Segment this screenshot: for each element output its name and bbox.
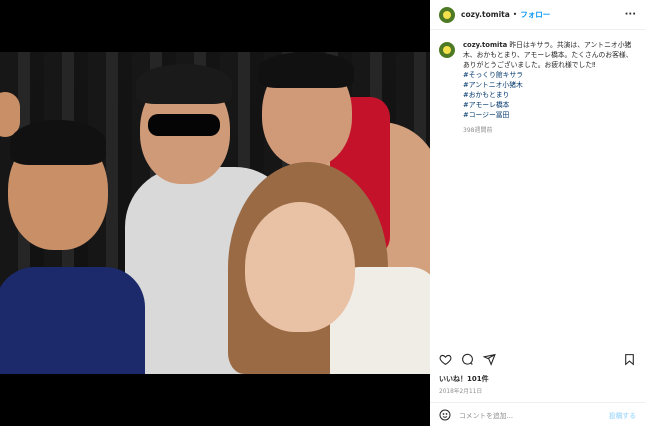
- comment-input[interactable]: コメントを追加...: [459, 410, 513, 420]
- emoji-icon[interactable]: [439, 409, 451, 421]
- person-1-hair: [10, 120, 106, 165]
- action-bar: [439, 352, 636, 366]
- post-comment-button[interactable]: 投稿する: [609, 410, 636, 420]
- post-header: cozy.tomita • フォロー ···: [430, 0, 645, 30]
- post-date: 2018年2月11日: [439, 389, 483, 395]
- caption-username[interactable]: cozy.tomita: [463, 41, 507, 49]
- hashtag-link[interactable]: #おかもとまり: [463, 90, 636, 100]
- hashtag-link[interactable]: #コージー冨田: [463, 110, 636, 120]
- separator-dot: •: [512, 10, 518, 19]
- avatar[interactable]: [439, 6, 455, 23]
- hashtag-link[interactable]: #アモーレ橋本: [463, 100, 636, 110]
- username-link[interactable]: cozy.tomita: [461, 10, 510, 19]
- follow-button[interactable]: フォロー: [520, 9, 550, 20]
- hashtag-link[interactable]: #アントニオ小猪木: [463, 80, 636, 90]
- share-icon[interactable]: [483, 353, 496, 366]
- person-2-hair: [136, 64, 232, 104]
- comment-icon[interactable]: [461, 353, 474, 366]
- caption-avatar[interactable]: [439, 42, 455, 58]
- person-3-hair: [258, 52, 354, 88]
- caption-text: cozy.tomita 昨日はキサラ。共演は、アントニオ小猪木、おかもとまり、ア…: [463, 40, 636, 136]
- post-media[interactable]: [0, 0, 430, 426]
- caption-block: cozy.tomita 昨日はキサラ。共演は、アントニオ小猪木、おかもとまり、ア…: [430, 30, 645, 136]
- person-2-sunglasses: [148, 114, 220, 136]
- bookmark-icon[interactable]: [623, 353, 636, 366]
- post-sidebar: cozy.tomita • フォロー ··· cozy.tomita 昨日はキサ…: [430, 0, 645, 426]
- like-count[interactable]: いいね！101件: [439, 374, 489, 384]
- person-1-body: [0, 267, 145, 374]
- heart-icon[interactable]: [439, 353, 452, 366]
- person-4-face: [245, 202, 355, 332]
- comment-bar: コメントを追加... 投稿する: [430, 402, 645, 426]
- more-options-icon[interactable]: ···: [625, 9, 636, 20]
- post-photo[interactable]: [0, 52, 430, 374]
- time-ago: 398週間前: [463, 127, 493, 134]
- hashtag-link[interactable]: #そっくり館キサラ: [463, 70, 636, 80]
